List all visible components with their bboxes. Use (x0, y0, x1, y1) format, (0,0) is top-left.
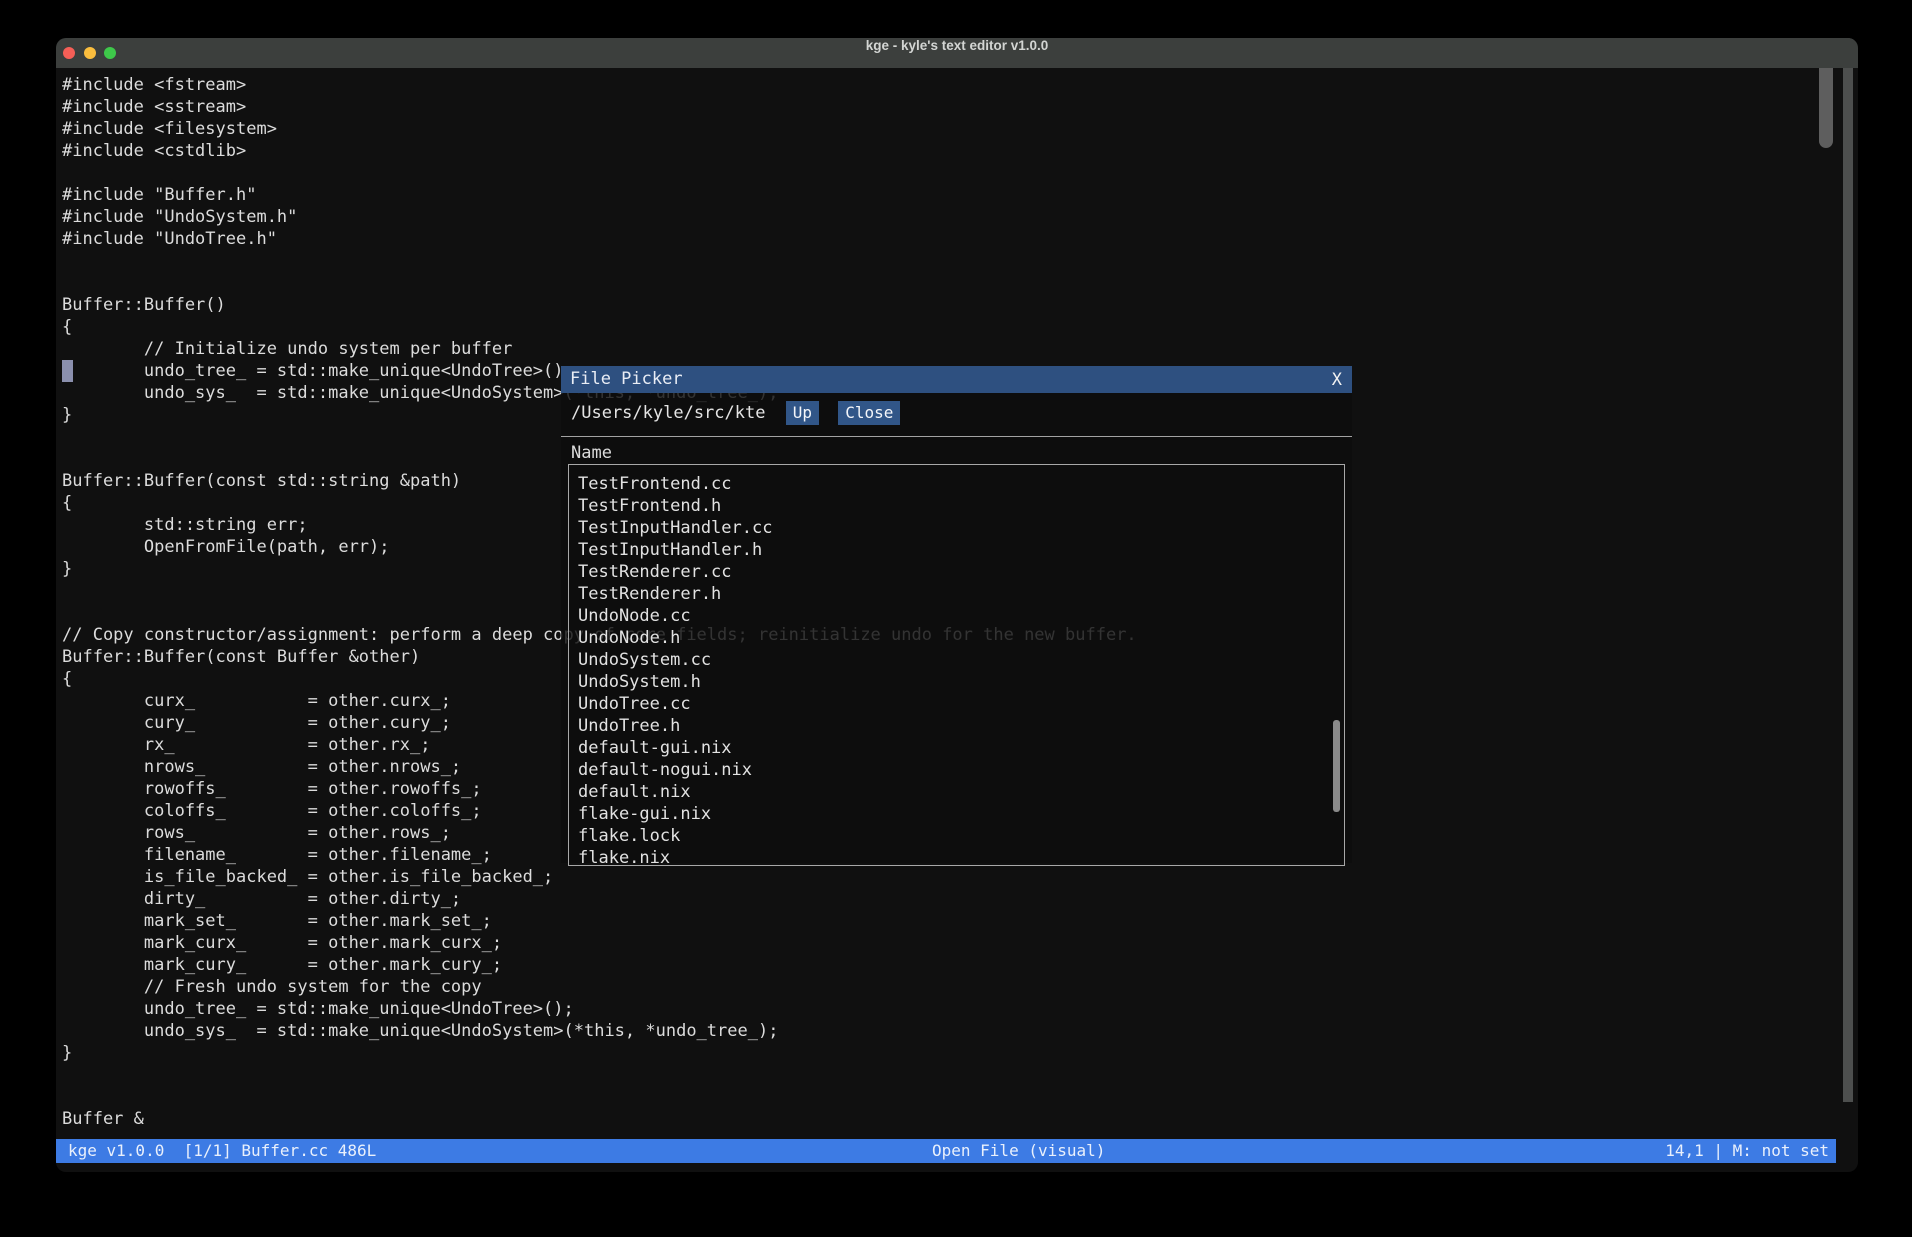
path-row: /Users/kyle/src/kte Up Close (561, 393, 1352, 430)
file-list-item[interactable]: TestRenderer.cc (578, 561, 1344, 583)
window-titlebar[interactable]: kge - kyle's text editor v1.0.0 (56, 38, 1858, 68)
file-list-item[interactable]: UndoSystem.cc (578, 649, 1344, 671)
file-list-item[interactable]: TestInputHandler.cc (578, 517, 1344, 539)
file-list-item[interactable]: flake.nix (578, 847, 1344, 866)
file-list[interactable]: TestFrontend.ccTestFrontend.hTestInputHa… (568, 464, 1345, 866)
status-bar: kge v1.0.0 [1/1] Buffer.cc 486L Open Fil… (56, 1139, 1836, 1163)
status-file-info: kge v1.0.0 [1/1] Buffer.cc 486L (68, 1139, 376, 1163)
dialog-body: /Users/kyle/src/kte Up Close Name TestFr… (561, 393, 1352, 863)
editor-area[interactable]: #include <fstream> #include <sstream> #i… (56, 68, 1858, 1172)
app-window: #include <fstream> #include <sstream> #i… (56, 38, 1858, 1172)
file-list-item[interactable]: UndoSystem.h (578, 671, 1344, 693)
file-picker-dialog: File Picker X /Users/kyle/src/kte Up Clo… (561, 366, 1352, 863)
dialog-titlebar[interactable]: File Picker (561, 366, 1352, 393)
file-list-item[interactable]: flake.lock (578, 825, 1344, 847)
status-cursor-info: 14,1 | M: not set (1665, 1139, 1829, 1163)
file-list-item[interactable]: flake-gui.nix (578, 803, 1344, 825)
file-list-item[interactable]: UndoTree.cc (578, 693, 1344, 715)
file-list-item[interactable]: TestFrontend.cc (578, 473, 1344, 495)
dialog-title: File Picker (570, 369, 683, 389)
file-list-item[interactable]: default-gui.nix (578, 737, 1344, 759)
file-list-item[interactable]: UndoNode.cc (578, 605, 1344, 627)
column-header-name: Name (561, 437, 1352, 464)
list-scrollbar-thumb[interactable] (1333, 720, 1340, 812)
current-path: /Users/kyle/src/kte (571, 403, 765, 423)
scrollbar-track[interactable] (1843, 38, 1853, 1102)
file-list-item[interactable]: TestInputHandler.h (578, 539, 1344, 561)
file-list-item[interactable]: TestRenderer.h (578, 583, 1344, 605)
file-list-item[interactable]: UndoTree.h (578, 715, 1344, 737)
file-list-item[interactable]: default.nix (578, 781, 1344, 803)
status-mode: Open File (visual) (932, 1139, 1105, 1163)
dialog-close-icon[interactable]: X (1332, 366, 1342, 393)
file-list-item[interactable]: UndoNode.h (578, 627, 1344, 649)
text-cursor (62, 360, 73, 382)
close-button[interactable]: Close (838, 401, 900, 425)
file-list-item[interactable]: TestFrontend.h (578, 495, 1344, 517)
up-button[interactable]: Up (786, 401, 819, 425)
file-list-item[interactable]: default-nogui.nix (578, 759, 1344, 781)
window-title: kge - kyle's text editor v1.0.0 (56, 38, 1858, 68)
